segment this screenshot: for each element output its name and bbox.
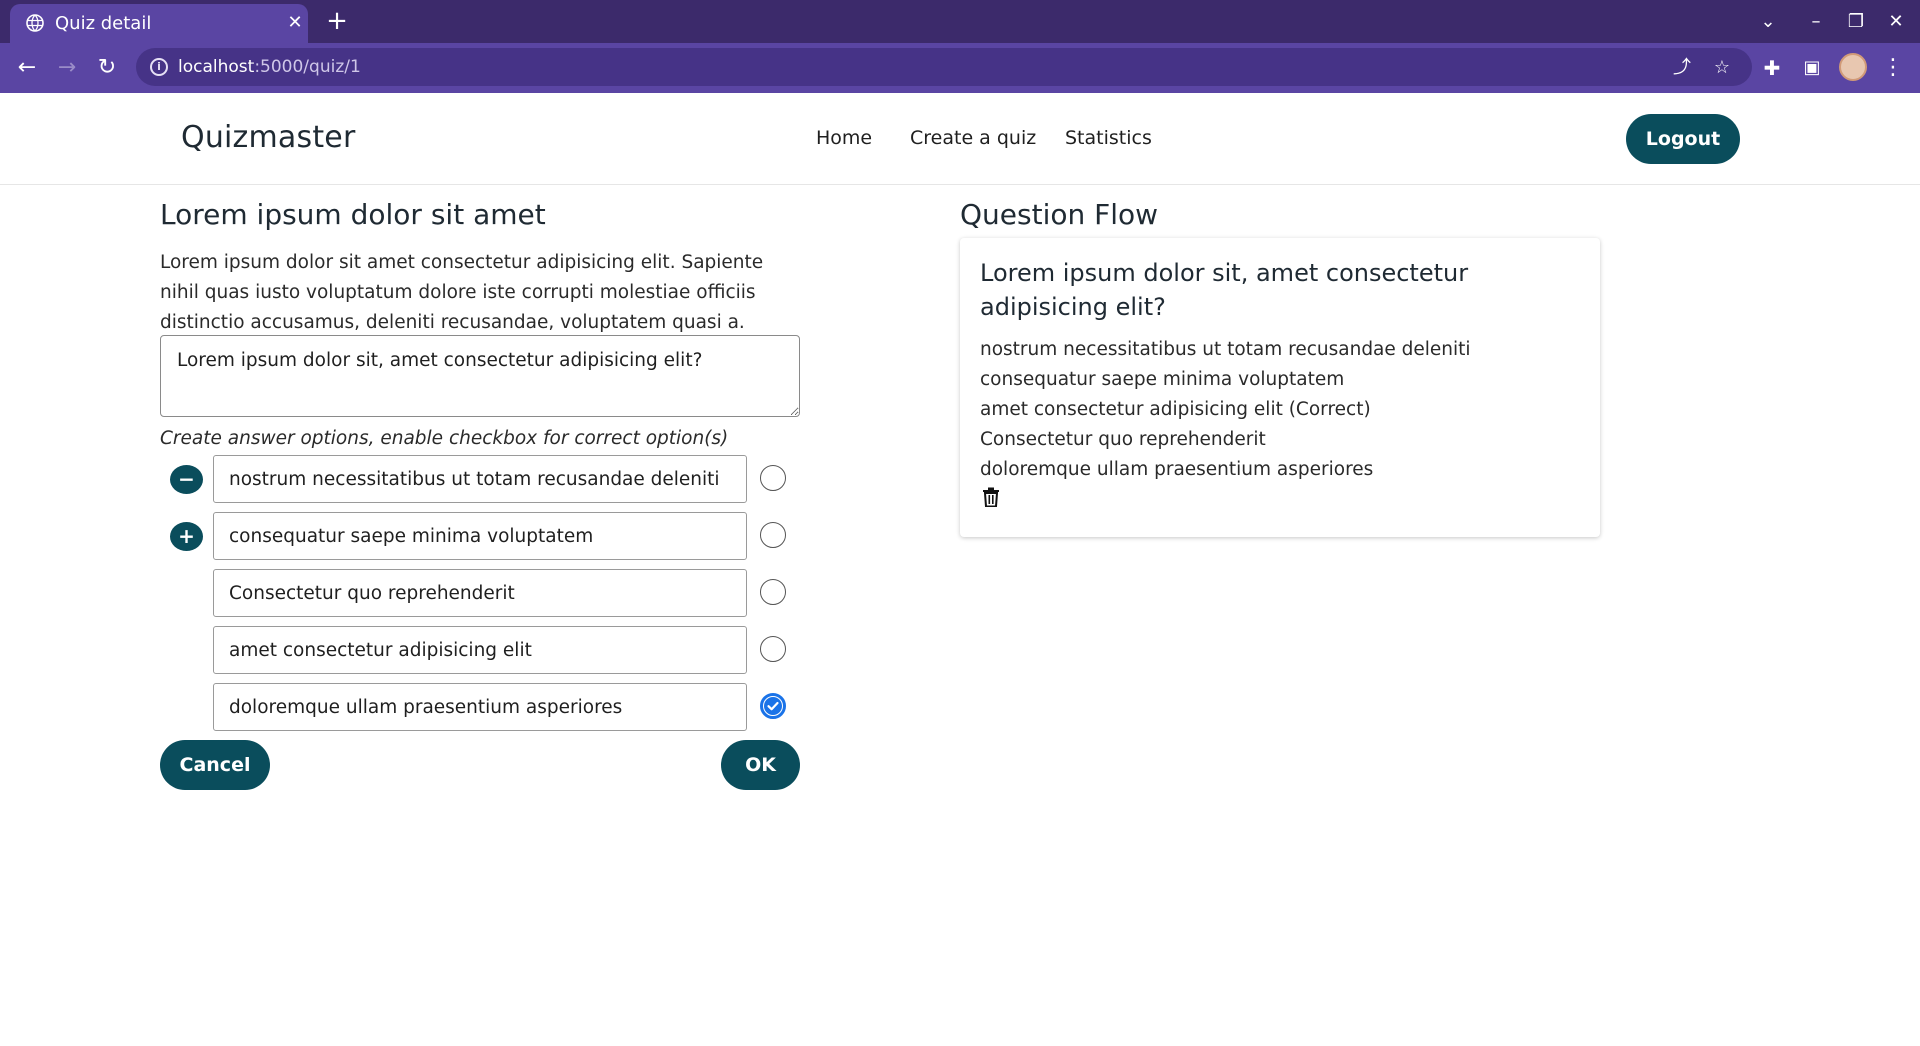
brand-logo[interactable]: Quizmaster — [181, 120, 356, 155]
side-panel-icon[interactable]: ▣ — [1797, 53, 1827, 83]
answer-option-row — [0, 683, 820, 731]
reload-icon[interactable]: ↻ — [92, 53, 122, 83]
trash-icon[interactable] — [982, 487, 1000, 507]
app-header: Quizmaster Home Create a quiz Statistics… — [0, 93, 1920, 185]
answer-option-row: − — [0, 455, 820, 503]
nav-statistics[interactable]: Statistics — [1065, 127, 1152, 149]
window-close-icon[interactable]: ✕ — [1883, 9, 1909, 35]
chevron-down-icon[interactable]: ⌄ — [1755, 9, 1781, 35]
question-flow-card: Lorem ipsum dolor sit, amet consectetur … — [960, 238, 1600, 537]
tab-title: Quiz detail — [55, 13, 152, 34]
logout-button[interactable]: Logout — [1626, 114, 1740, 164]
url-host: localhost — [178, 57, 255, 77]
flow-answer-item: consequatur saepe minima voluptatem — [980, 369, 1345, 390]
minimize-icon[interactable]: – — [1803, 9, 1829, 35]
quiz-title: Lorem ipsum dolor sit amet — [160, 198, 546, 231]
flow-answer-item: Consectetur quo reprehenderit — [980, 429, 1266, 450]
correct-option-radio[interactable] — [760, 465, 786, 491]
check-icon — [764, 697, 782, 715]
new-tab-icon[interactable]: + — [324, 8, 350, 34]
forward-icon[interactable]: → — [52, 53, 82, 83]
flow-answer-item: doloremque ullam praesentium asperiores — [980, 459, 1374, 480]
question-flow-title: Question Flow — [960, 198, 1159, 231]
address-bar[interactable]: i localhost:5000/quiz/1 ⤴ ☆ — [136, 48, 1752, 86]
restore-icon[interactable]: ❐ — [1843, 9, 1869, 35]
info-icon[interactable]: i — [150, 58, 168, 76]
browser-tab[interactable]: Quiz detail ✕ — [10, 4, 308, 43]
answer-option-row: + — [0, 512, 820, 560]
url-path: :5000/quiz/1 — [254, 57, 361, 77]
share-icon[interactable]: ⤴ — [1671, 57, 1693, 79]
ok-button[interactable]: OK — [721, 740, 800, 790]
star-icon[interactable]: ☆ — [1711, 57, 1733, 79]
back-icon[interactable]: ← — [12, 53, 42, 83]
quiz-description: Lorem ipsum dolor sit amet consectetur a… — [160, 252, 764, 333]
remove-option-button[interactable]: − — [170, 465, 203, 494]
options-hint: Create answer options, enable checkbox f… — [160, 428, 729, 449]
answer-option-row — [0, 569, 820, 617]
answer-option-input[interactable] — [213, 683, 747, 731]
question-input[interactable]: Lorem ipsum dolor sit, amet consectetur … — [160, 335, 800, 417]
flow-answer-list: nostrum necessitatibus ut totam recusand… — [980, 335, 1471, 485]
close-icon[interactable]: ✕ — [285, 13, 305, 33]
menu-icon[interactable]: ⋮ — [1878, 53, 1908, 83]
correct-option-radio[interactable] — [760, 579, 786, 605]
flow-question-text: Lorem ipsum dolor sit, amet consectetur … — [980, 259, 1469, 321]
answer-option-row — [0, 626, 820, 674]
flow-answer-item: amet consectetur adipisicing elit (Corre… — [980, 399, 1371, 420]
browser-toolbar: ← → ↻ i localhost:5000/quiz/1 ⤴ ☆ ✚ ▣ ⋮ — [0, 43, 1920, 93]
flow-answer-item: nostrum necessitatibus ut totam recusand… — [980, 339, 1471, 360]
answer-option-input[interactable] — [213, 569, 747, 617]
correct-option-radio-checked[interactable] — [760, 693, 786, 719]
answer-option-input[interactable] — [213, 626, 747, 674]
correct-option-radio[interactable] — [760, 636, 786, 662]
avatar[interactable] — [1839, 53, 1867, 81]
extensions-icon[interactable]: ✚ — [1757, 53, 1787, 83]
nav-create-quiz[interactable]: Create a quiz — [910, 127, 1036, 149]
cancel-button[interactable]: Cancel — [160, 740, 270, 790]
globe-icon — [26, 14, 44, 32]
answer-option-input[interactable] — [213, 455, 747, 503]
url-text: localhost:5000/quiz/1 — [178, 57, 361, 77]
answer-option-input[interactable] — [213, 512, 747, 560]
nav-home[interactable]: Home — [816, 127, 872, 149]
correct-option-radio[interactable] — [760, 522, 786, 548]
browser-tabstrip: Quiz detail ✕ + ⌄ – ❐ ✕ — [0, 0, 1920, 43]
add-option-button[interactable]: + — [170, 522, 203, 551]
